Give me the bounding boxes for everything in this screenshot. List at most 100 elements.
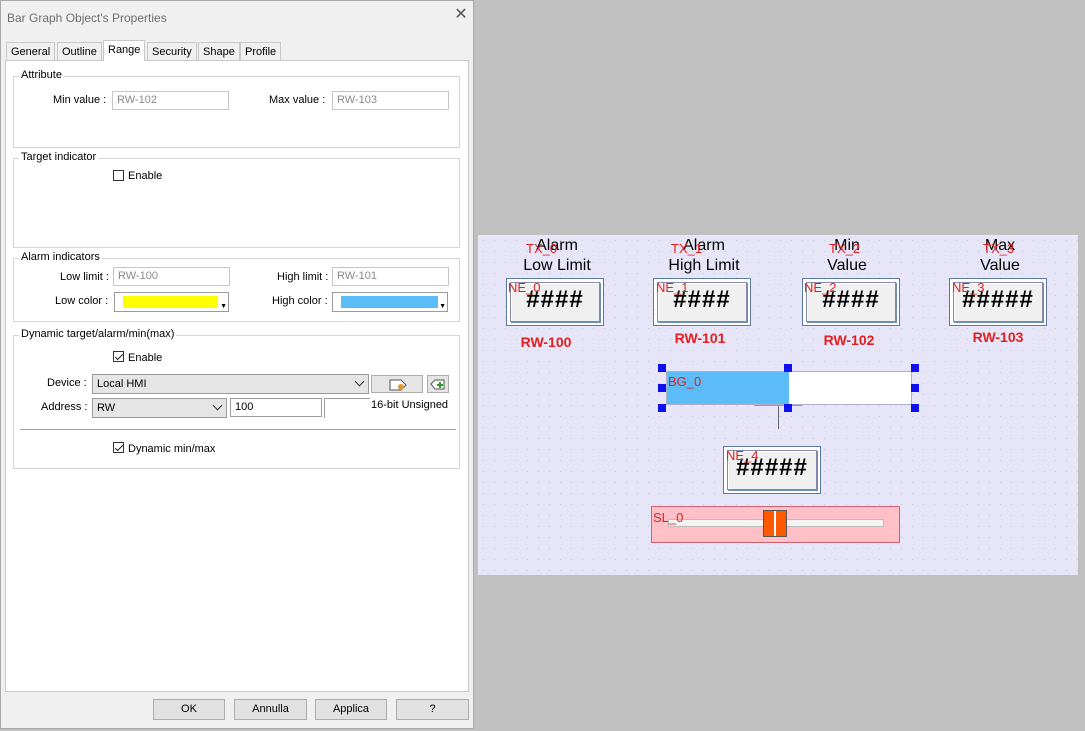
tab-security[interactable]: Security bbox=[147, 42, 197, 60]
slider-tag: SL_0 bbox=[653, 510, 684, 525]
device-select-value: Local HMI bbox=[97, 378, 147, 390]
dynamic-minmax-checkbox[interactable] bbox=[113, 442, 124, 453]
dynamic-enable-label: Enable bbox=[128, 352, 163, 364]
numeric-tag: NE_4 bbox=[726, 448, 759, 463]
resize-handle[interactable] bbox=[911, 364, 919, 372]
address-label-2: RW-102 bbox=[823, 332, 875, 348]
dialog-title: Bar Graph Object's Properties bbox=[7, 11, 167, 25]
caption-line1: Alarm bbox=[683, 237, 725, 254]
numeric-entry-3[interactable]: ##### NE_3 bbox=[949, 278, 1047, 326]
data-format-label: 16-bit Unsigned bbox=[371, 399, 449, 411]
chevron-down-icon bbox=[354, 376, 365, 387]
design-canvas: Alarm Low Limit TX_0 Alarm High Limit TX… bbox=[478, 235, 1078, 575]
address-extra-field[interactable] bbox=[324, 398, 370, 418]
resize-handle[interactable] bbox=[911, 404, 919, 412]
help-button[interactable]: ? bbox=[396, 699, 469, 720]
dynamic-minmax-label: Dynamic min/max bbox=[128, 443, 216, 455]
address-label-0: RW-100 bbox=[520, 334, 572, 350]
numeric-entry-2[interactable]: #### NE_2 bbox=[802, 278, 900, 326]
add-tag-icon bbox=[430, 379, 445, 390]
caption-tag: TX_1 bbox=[671, 241, 703, 256]
address-label-3: RW-103 bbox=[972, 329, 1024, 345]
dynamic-enable-checkbox[interactable] bbox=[113, 351, 124, 362]
caption-tag: TX_3 bbox=[983, 241, 1015, 256]
caption-line2: Value bbox=[980, 257, 1020, 274]
attribute-group bbox=[13, 76, 460, 148]
caption-alarm-low[interactable]: Alarm Low Limit TX_0 bbox=[507, 236, 607, 276]
device-select[interactable]: Local HMI bbox=[92, 374, 369, 394]
numeric-entry-0[interactable]: #### NE_0 bbox=[506, 278, 604, 326]
target-marker-base bbox=[754, 405, 802, 406]
cancel-button[interactable]: Annulla bbox=[234, 699, 307, 720]
numeric-tag: NE_0 bbox=[508, 280, 541, 295]
numeric-tag: NE_2 bbox=[804, 280, 837, 295]
caption-alarm-high[interactable]: Alarm High Limit TX_1 bbox=[654, 236, 754, 276]
slider-thumb[interactable] bbox=[763, 510, 787, 537]
address-type-value: RW bbox=[97, 402, 116, 414]
caption-line2: Value bbox=[827, 257, 867, 274]
max-value-field[interactable]: RW-103 bbox=[332, 91, 449, 110]
caption-max-value[interactable]: Max Value TX_3 bbox=[950, 236, 1050, 276]
device-label: Device : bbox=[47, 377, 87, 389]
high-limit-field[interactable]: RW-101 bbox=[332, 267, 449, 286]
tag-settings-icon bbox=[389, 379, 407, 391]
address-type-select[interactable]: RW bbox=[92, 398, 227, 418]
ok-button[interactable]: OK bbox=[153, 699, 225, 720]
low-limit-label: Low limit : bbox=[60, 271, 109, 283]
resize-handle[interactable] bbox=[784, 364, 792, 372]
resize-handle[interactable] bbox=[658, 364, 666, 372]
max-value-label: Max value : bbox=[269, 94, 326, 106]
min-value-label: Min value : bbox=[53, 94, 107, 106]
target-enable-label: Enable bbox=[128, 170, 163, 182]
target-indicator-label: Target indicator bbox=[19, 151, 99, 163]
tab-general[interactable]: General bbox=[6, 42, 56, 60]
add-tag-button[interactable] bbox=[427, 375, 449, 393]
high-color-picker[interactable]: ▼ bbox=[332, 292, 448, 312]
alarm-indicators-label: Alarm indicators bbox=[19, 251, 102, 263]
low-limit-field[interactable]: RW-100 bbox=[113, 267, 230, 286]
low-color-label: Low color : bbox=[55, 295, 109, 307]
dropdown-arrow-icon: ▼ bbox=[220, 303, 227, 310]
low-color-picker[interactable]: ▼ bbox=[114, 292, 229, 312]
caption-line2: Low Limit bbox=[523, 257, 591, 274]
caption-min-value[interactable]: Min Value TX_2 bbox=[797, 236, 897, 276]
resize-handle[interactable] bbox=[784, 404, 792, 412]
numeric-entry-1[interactable]: #### NE_1 bbox=[653, 278, 751, 326]
dropdown-arrow-icon: ▼ bbox=[439, 303, 446, 310]
separator-line bbox=[20, 429, 456, 430]
high-color-label: High color : bbox=[272, 295, 328, 307]
address-label: Address : bbox=[41, 401, 88, 413]
address-label-1: RW-101 bbox=[674, 330, 726, 346]
target-indicator-group bbox=[13, 158, 460, 248]
tab-shape[interactable]: Shape bbox=[198, 42, 240, 60]
target-enable-checkbox[interactable] bbox=[113, 170, 124, 181]
caption-tag: TX_2 bbox=[829, 241, 861, 256]
properties-dialog: Bar Graph Object's Properties ✕ General … bbox=[0, 0, 474, 729]
caption-tag: TX_0 bbox=[526, 241, 558, 256]
address-value-field[interactable]: 100 bbox=[230, 398, 322, 417]
target-marker-line bbox=[778, 405, 779, 429]
resize-handle[interactable] bbox=[911, 384, 919, 392]
numeric-tag: NE_3 bbox=[952, 280, 985, 295]
bar-graph-tag: BG_0 bbox=[668, 374, 702, 389]
high-color-swatch bbox=[341, 296, 438, 308]
tab-outline[interactable]: Outline bbox=[57, 42, 102, 60]
min-value-field[interactable]: RW-102 bbox=[112, 91, 229, 110]
slider[interactable]: SL_0 bbox=[651, 506, 900, 543]
low-color-swatch bbox=[123, 296, 218, 308]
close-icon[interactable]: ✕ bbox=[453, 7, 469, 23]
bar-graph[interactable]: BG_0 bbox=[666, 371, 912, 405]
high-limit-label: High limit : bbox=[277, 271, 329, 283]
tab-range[interactable]: Range bbox=[103, 40, 146, 61]
tab-profile[interactable]: Profile bbox=[240, 42, 282, 60]
resize-handle[interactable] bbox=[658, 384, 666, 392]
chevron-down-icon bbox=[212, 400, 223, 411]
numeric-entry-4[interactable]: ##### NE_4 bbox=[723, 446, 821, 494]
apply-button[interactable]: Applica bbox=[315, 699, 387, 720]
device-settings-button[interactable] bbox=[371, 375, 423, 393]
caption-line2: High Limit bbox=[668, 257, 740, 274]
attribute-group-label: Attribute bbox=[19, 69, 64, 81]
dynamic-group-label: Dynamic target/alarm/min(max) bbox=[19, 328, 177, 340]
resize-handle[interactable] bbox=[658, 404, 666, 412]
slider-thumb-grip bbox=[774, 511, 776, 536]
